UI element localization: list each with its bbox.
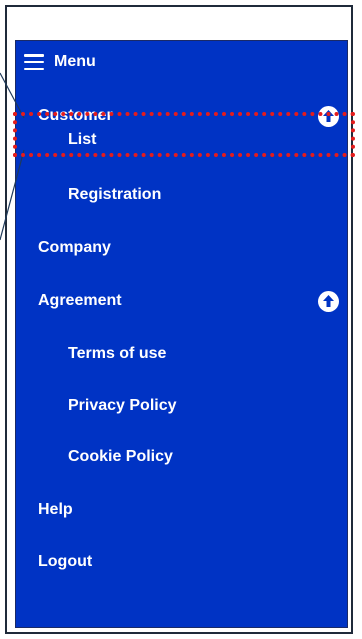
menu-item-label: Terms of use (68, 345, 167, 362)
menu-item-agreement[interactable]: Agreement (16, 286, 349, 316)
menu-item-label: Help (38, 501, 73, 518)
menu-item-label: Logout (38, 553, 93, 570)
menu-item-label: Agreement (38, 292, 122, 309)
menu-item-logout[interactable]: Logout (16, 547, 349, 577)
menu-title: Menu (54, 53, 96, 70)
menu-item-label: Company (38, 239, 111, 256)
menu-item-company[interactable]: Company (16, 233, 349, 263)
menu-item-cookie-policy[interactable]: Cookie Policy (16, 442, 349, 472)
arrow-up-icon[interactable] (318, 290, 339, 312)
menu-item-label: List (68, 131, 97, 148)
menu-item-registration[interactable]: Registration (16, 180, 349, 210)
menu-item-list[interactable]: List (16, 125, 349, 155)
menu-header[interactable]: Menu (24, 51, 96, 73)
arrow-up-icon[interactable] (318, 105, 339, 127)
menu-item-label: Privacy Policy (68, 397, 177, 414)
menu-item-label: Registration (68, 186, 162, 203)
menu-item-privacy-policy[interactable]: Privacy Policy (16, 391, 349, 421)
menu-item-label: Customer (38, 107, 113, 124)
side-menu: Customer List Registration Company Agree… (15, 40, 348, 628)
menu-item-label: Cookie Policy (68, 448, 173, 465)
menu-item-help[interactable]: Help (16, 495, 349, 525)
hamburger-icon[interactable] (24, 54, 44, 70)
menu-item-terms-of-use[interactable]: Terms of use (16, 339, 349, 369)
